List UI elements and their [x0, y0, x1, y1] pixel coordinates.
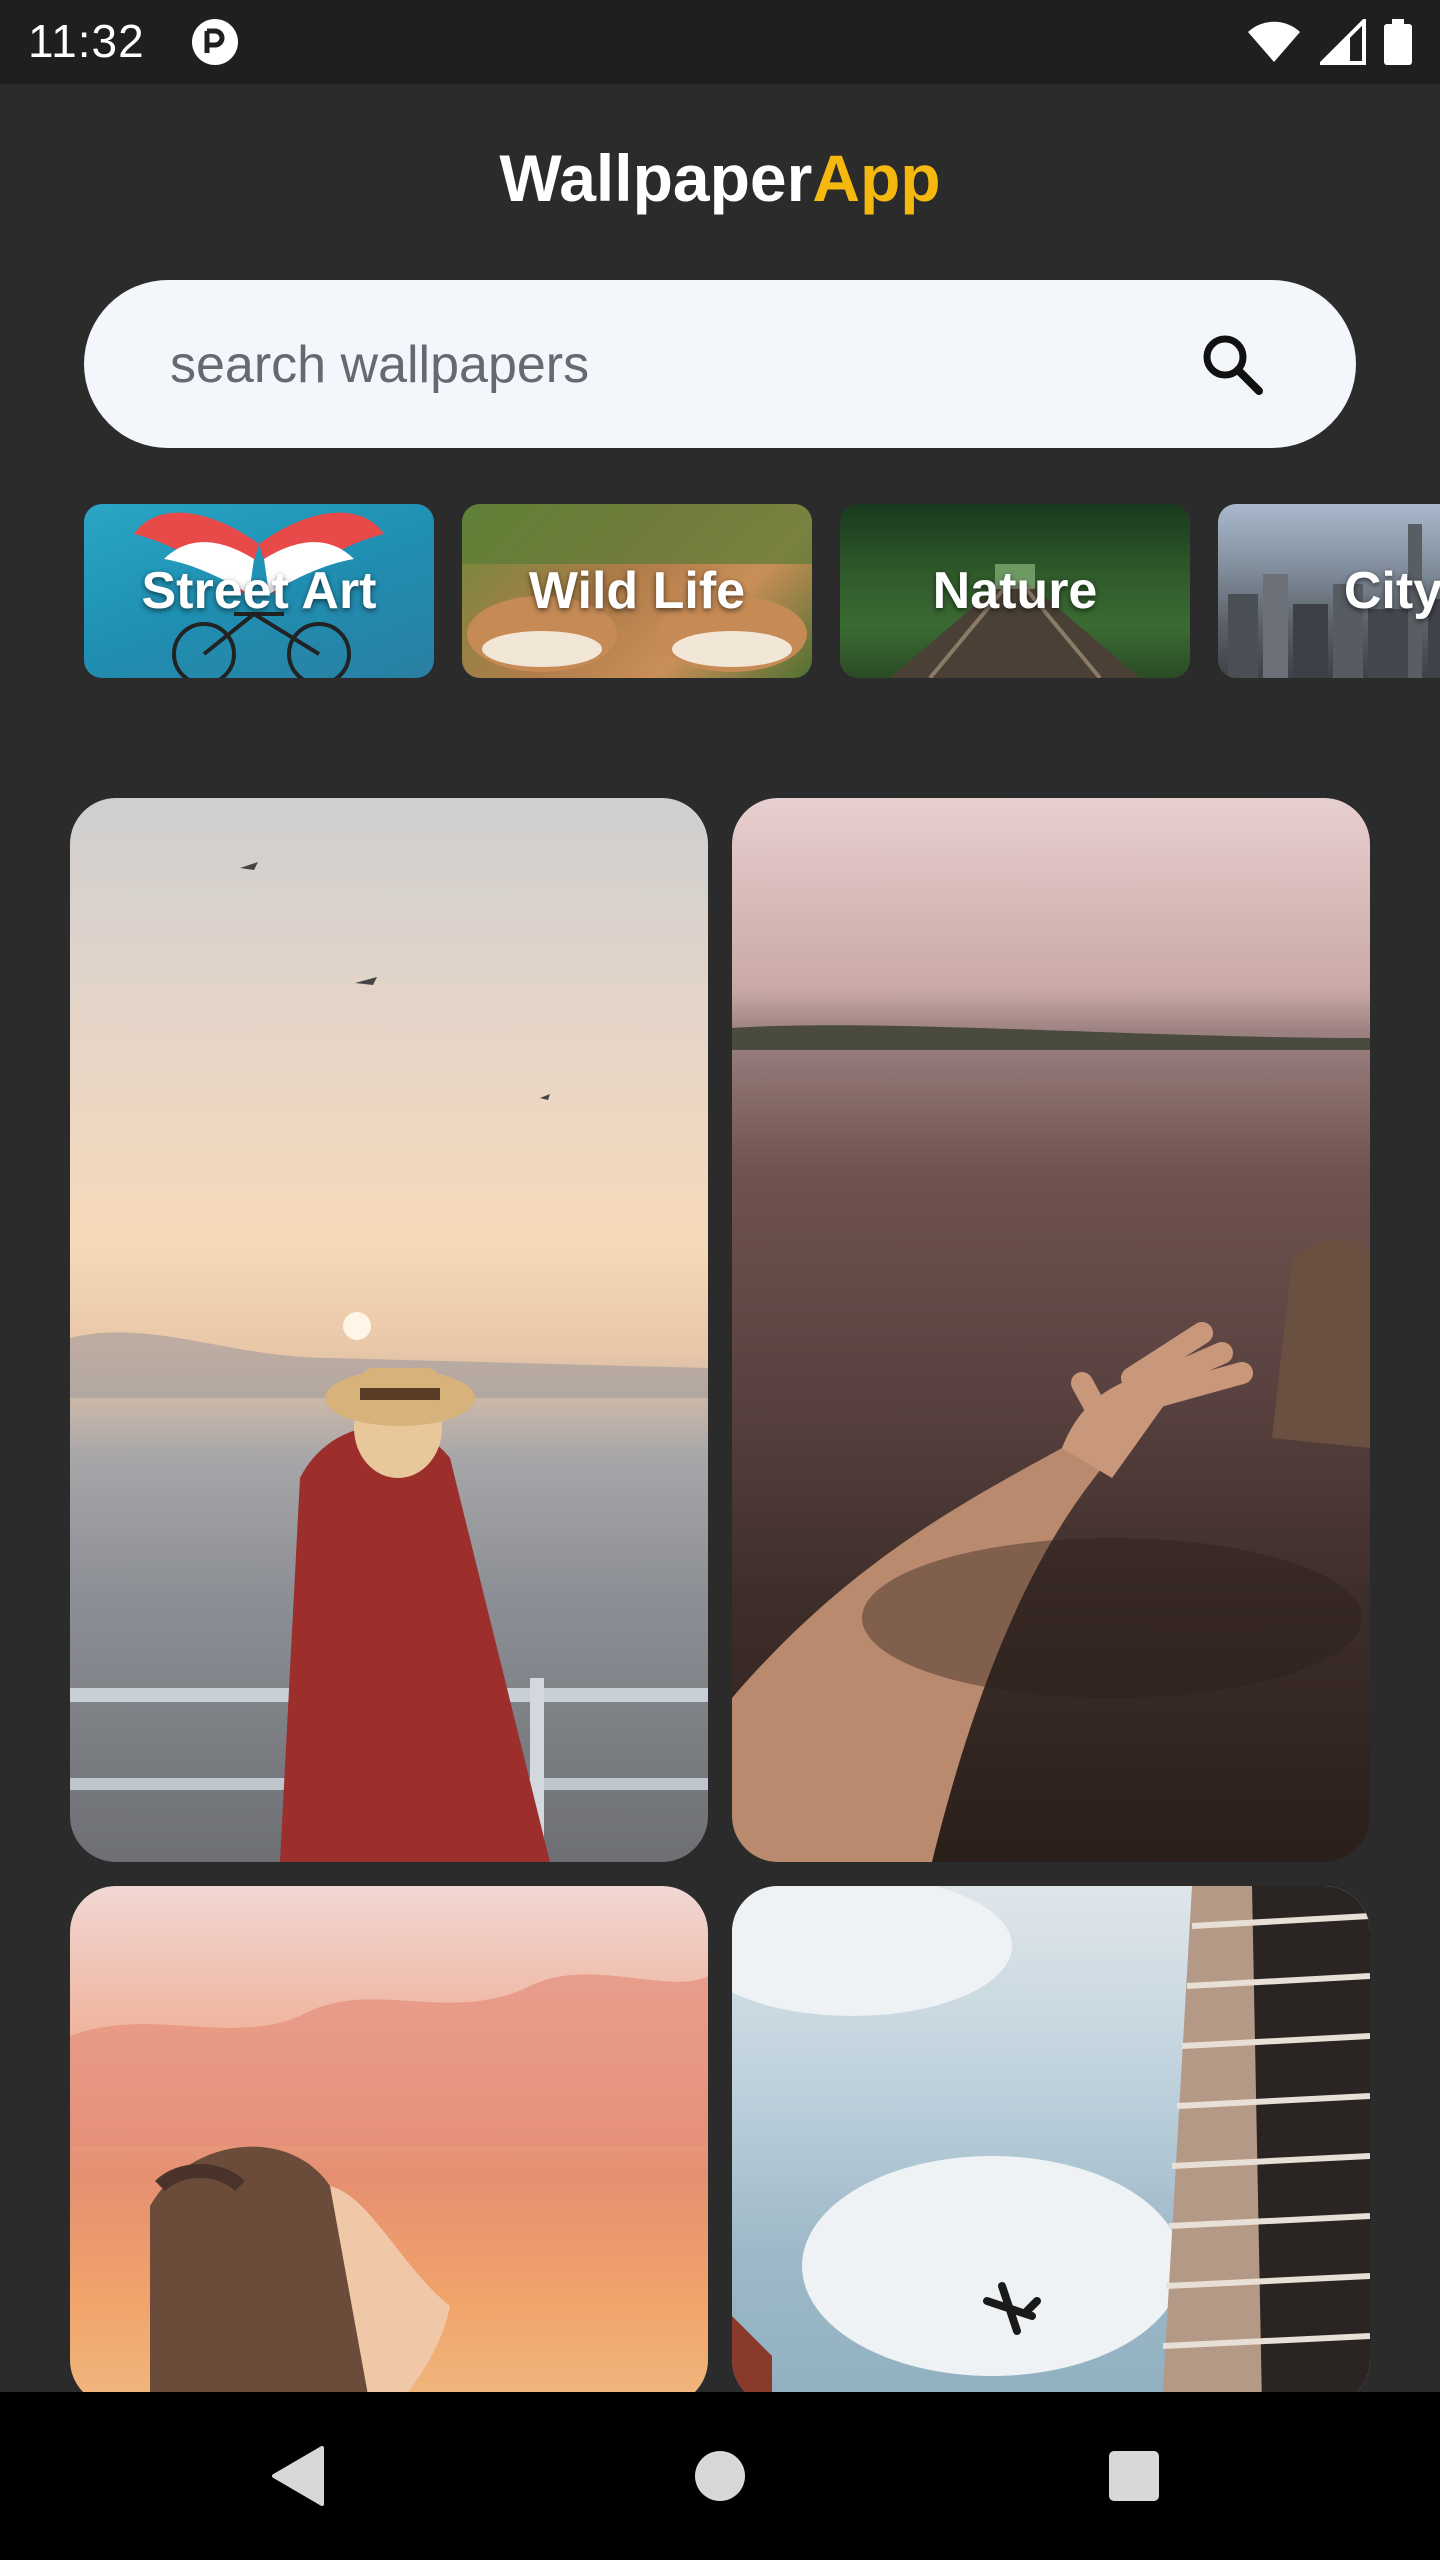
wallpaper-card[interactable]: [70, 798, 708, 1862]
back-triangle-icon: [272, 2446, 324, 2506]
wifi-icon: [1248, 21, 1300, 62]
category-wild-life[interactable]: Wild Life: [462, 504, 812, 678]
navigation-bar: [0, 2392, 1440, 2560]
category-list: Street Art Wild Life Nature City: [84, 504, 1440, 680]
wallpaper-image-sunset-woman: [70, 862, 708, 1862]
home-button[interactable]: [678, 2434, 762, 2518]
category-street-art[interactable]: Street Art: [84, 504, 434, 678]
wallpaper-image-woman-clouds: [70, 1974, 708, 2406]
category-city[interactable]: City: [1218, 504, 1440, 678]
status-bar: 11:32: [0, 0, 1440, 84]
search-input[interactable]: [168, 324, 1172, 406]
wallpaper-card[interactable]: [732, 798, 1370, 1862]
category-label: Nature: [932, 562, 1098, 620]
wallpaper-image-hand-water: [732, 1025, 1370, 1862]
search-icon: [1203, 335, 1263, 395]
wallpaper-card[interactable]: [70, 1886, 708, 2406]
wallpaper-image-plane-building: [732, 1886, 1370, 2406]
notification-app-icon: [192, 19, 238, 65]
home-circle-icon: [695, 2451, 745, 2501]
search-bar: [84, 280, 1356, 448]
category-label: Wild Life: [528, 562, 746, 620]
category-label: Street Art: [141, 562, 377, 620]
wallpaper-card[interactable]: [732, 1886, 1370, 2406]
back-button[interactable]: [256, 2434, 340, 2518]
category-label: City: [1343, 562, 1440, 620]
app-title-main: Wallpaper: [499, 141, 813, 215]
recents-square-icon: [1109, 2451, 1159, 2501]
recents-button[interactable]: [1092, 2434, 1176, 2518]
status-time: 11:32: [28, 15, 145, 67]
battery-icon: [1384, 19, 1412, 65]
status-icons: [1246, 14, 1412, 70]
search-button[interactable]: [1192, 324, 1272, 404]
app-title: WallpaperApp: [0, 140, 1440, 216]
app-title-accent: App: [812, 141, 941, 215]
cell-signal-icon: [1320, 19, 1366, 65]
category-nature[interactable]: Nature: [840, 504, 1190, 678]
